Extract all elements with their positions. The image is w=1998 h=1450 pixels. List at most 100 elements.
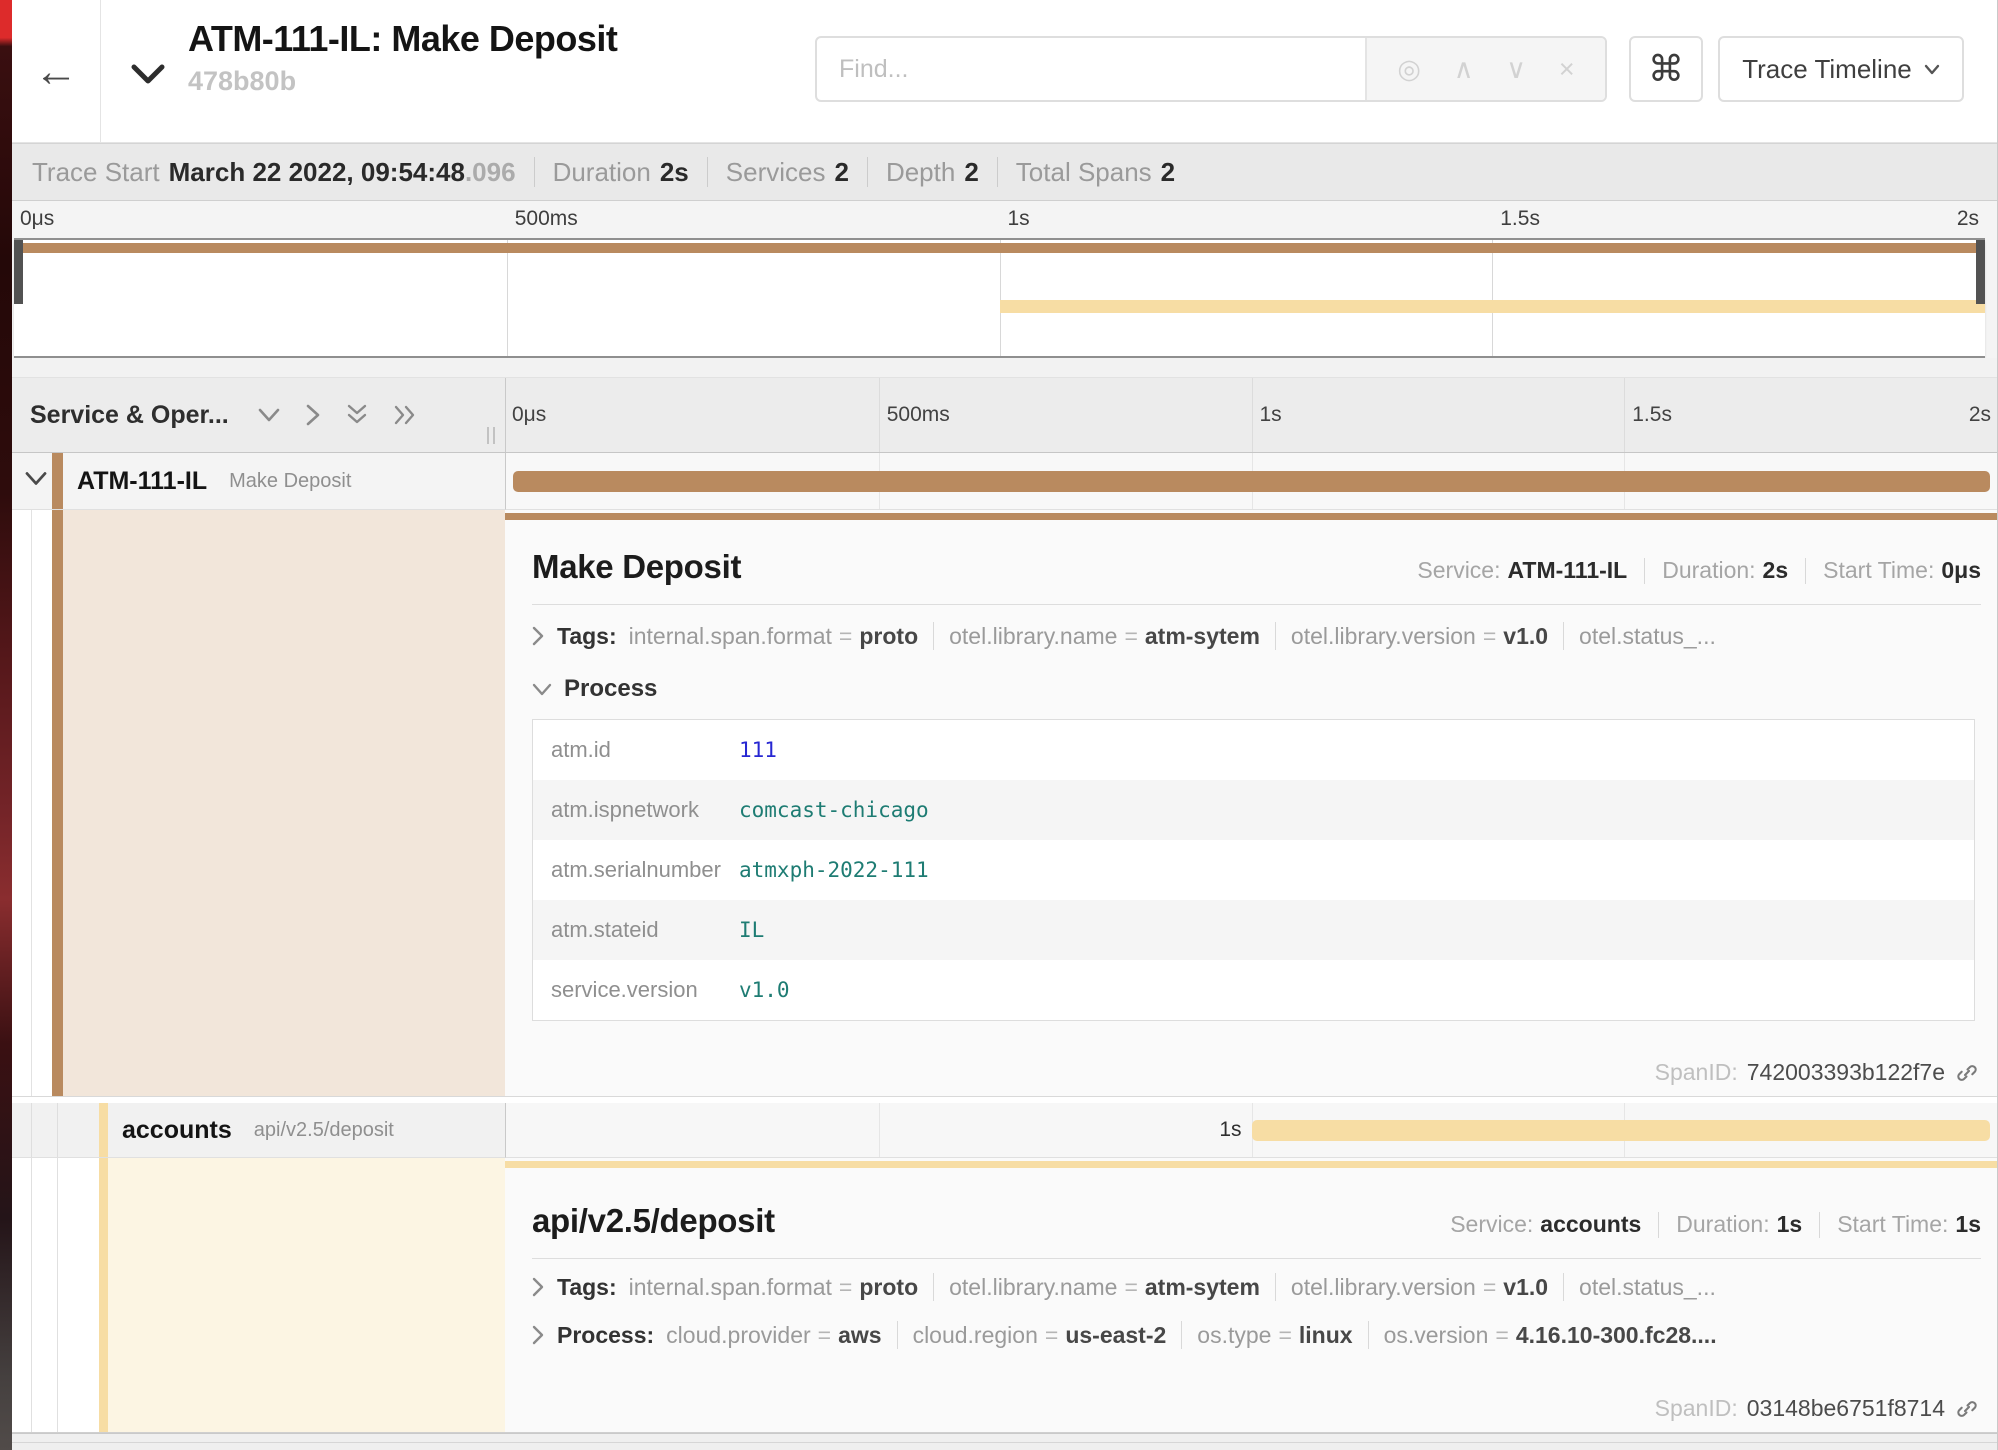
service-name: ATM-111-IL (77, 467, 207, 496)
meta-value: 2s (1763, 557, 1789, 584)
service-name: accounts (122, 1116, 232, 1145)
back-button[interactable]: ← (34, 50, 78, 94)
minimap-scrubber-left-handle[interactable] (14, 240, 23, 304)
tag-divider (897, 1321, 898, 1349)
back-button-column: ← (12, 0, 101, 143)
process-row[interactable]: Process: cloud.provider=awscloud.region=… (532, 1321, 1981, 1349)
timeline-tick: 2s (1957, 207, 1979, 231)
keyboard-shortcuts-button[interactable]: ⌘ (1629, 36, 1703, 102)
tag-divider (933, 622, 934, 650)
find-target-icon[interactable]: ◎ (1397, 56, 1421, 83)
span-id-label: SpanID: (1655, 1059, 1738, 1086)
summary-divider (997, 157, 998, 187)
service-operation-header: Service & Oper... (12, 378, 505, 452)
summary-label: Trace Start (32, 157, 160, 188)
double-chevron-right-icon[interactable] (393, 403, 419, 427)
meta-label: Start Time: (1823, 557, 1934, 584)
minimap-canvas[interactable] (14, 238, 1985, 358)
tags-row[interactable]: Tags: internal.span.format=protootel.lib… (532, 622, 1981, 650)
span-detail-make-deposit: Make Deposit Service:ATM-111-ILDuration:… (12, 510, 1997, 1097)
minimap-span-bar-atm (14, 243, 1985, 253)
chevron-down-icon (532, 683, 552, 696)
trace-id: 478b80b (188, 66, 617, 97)
timeline-tick: 1s (1260, 403, 1282, 427)
span-detail-meta: Service:ATM-111-ILDuration:2sStart Time:… (1417, 557, 1981, 584)
service-color-stripe (99, 1158, 108, 1432)
span-detail-panel: Make Deposit Service:ATM-111-ILDuration:… (505, 510, 1997, 1096)
timeline-ticks-header: 0μs500ms1s1.5s2s (505, 378, 1997, 452)
span-bar-make-deposit[interactable] (513, 471, 1990, 492)
chevron-down-icon[interactable] (257, 407, 281, 423)
trace-view-dropdown[interactable]: Trace Timeline (1718, 36, 1964, 102)
service-color-stripe (52, 453, 63, 509)
find-input[interactable] (817, 38, 1365, 100)
span-id-row: SpanID: 742003393b122f7e (1655, 1059, 1979, 1086)
span-detail-accent-bar (505, 513, 1997, 520)
find-clear-icon[interactable]: × (1559, 56, 1575, 83)
tag-key: otel.library.name (949, 1274, 1117, 1301)
span-row-atm: ATM-111-IL Make Deposit (12, 453, 1997, 510)
process-key: atm.serialnumber (551, 857, 739, 883)
process-label: Process (564, 675, 657, 703)
summary-label: Services (726, 157, 826, 188)
timeline-tick: 500ms (887, 403, 950, 427)
span-row-atm-name-cell[interactable]: ATM-111-IL Make Deposit (12, 453, 505, 510)
column-resizer-grip[interactable] (487, 427, 495, 444)
span-row-atm-timeline-cell (505, 453, 1997, 510)
find-prev-icon[interactable]: ∧ (1454, 56, 1474, 83)
tag-divider (933, 1273, 934, 1301)
summary-value: 2s (660, 157, 689, 188)
tag-key: otel.library.version (1291, 623, 1476, 650)
trace-title: ATM-111-IL: Make Deposit (188, 18, 617, 60)
chevron-right-icon[interactable] (305, 403, 321, 427)
tag-key: otel.library.name (949, 623, 1117, 650)
span-detail-left-gutter (12, 510, 505, 1096)
meta-label: Duration: (1662, 557, 1755, 584)
copy-link-icon[interactable] (1955, 1061, 1979, 1085)
process-label: Process: (557, 1322, 654, 1349)
timeline-gridline (1624, 378, 1625, 452)
span-bar-api-deposit[interactable] (1252, 1120, 1991, 1141)
meta-divider (1644, 558, 1645, 584)
command-icon: ⌘ (1648, 48, 1684, 90)
double-chevron-down-icon[interactable] (345, 403, 369, 427)
meta-divider (1819, 1212, 1820, 1238)
meta-label: Duration: (1676, 1211, 1769, 1238)
tag-value: proto (859, 1274, 918, 1301)
indent-guide (31, 1158, 32, 1432)
tag-key: internal.span.format (629, 1274, 832, 1301)
tag-value: v1.0 (1503, 1274, 1548, 1301)
copy-link-icon[interactable] (1955, 1397, 1979, 1421)
tag-equals: = (1124, 623, 1137, 650)
tag-key: os.type (1197, 1322, 1271, 1349)
tag-key: otel.library.version (1291, 1274, 1476, 1301)
timeline-gridline (1252, 378, 1253, 452)
chevron-down-icon[interactable] (24, 471, 48, 492)
tag-value: proto (859, 623, 918, 650)
span-id-value: 03148be6751f8714 (1747, 1395, 1945, 1422)
meta-label: Service: (1450, 1211, 1533, 1238)
minimap-scrubber-right-handle[interactable] (1976, 240, 1985, 304)
trace-titles: ATM-111-IL: Make Deposit 478b80b (188, 18, 617, 97)
process-section-header[interactable]: Process (532, 675, 1981, 703)
span-detail-title: api/v2.5/deposit (532, 1202, 775, 1240)
process-table-row: service.versionv1.0 (533, 960, 1974, 1020)
tags-row[interactable]: Tags: internal.span.format=protootel.lib… (532, 1273, 1981, 1301)
timeline-gridline (879, 378, 880, 452)
process-value: IL (739, 918, 764, 942)
span-id-label: SpanID: (1655, 1395, 1738, 1422)
tag-key: otel.status_... (1579, 623, 1716, 650)
span-detail-api-deposit: api/v2.5/deposit Service:accountsDuratio… (12, 1158, 1997, 1433)
minimap-spacer (12, 358, 1997, 377)
summary-item: Services2 (726, 157, 849, 188)
find-next-icon[interactable]: ∨ (1506, 56, 1526, 83)
collapse-trace-chevron-icon[interactable] (130, 62, 166, 91)
bottom-divider (12, 1433, 1997, 1450)
span-duration-label: 1s (506, 1118, 1252, 1142)
trace-header: ← ATM-111-IL: Make Deposit 478b80b ◎ ∧ ∨… (12, 0, 1997, 143)
span-row-accounts-name-cell[interactable]: accounts api/v2.5/deposit (12, 1103, 505, 1158)
tag-divider (1181, 1321, 1182, 1349)
process-table-row: atm.stateidIL (533, 900, 1974, 960)
timeline-tick: 2s (1969, 403, 1991, 427)
span-detail-title: Make Deposit (532, 548, 741, 586)
